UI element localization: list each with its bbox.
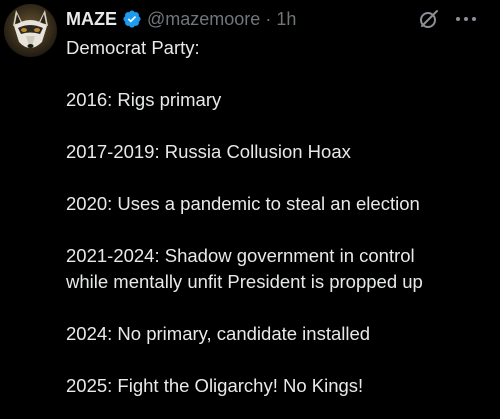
tweet-line: 2016: Rigs primary [66, 89, 222, 110]
wolf-avatar-icon [4, 4, 57, 57]
tweet-line: while mentally unfit President is proppe… [66, 271, 423, 292]
tweet-line: 2017-2019: Russia Collusion Hoax [66, 141, 351, 162]
separator-dot: · [265, 8, 272, 29]
timestamp[interactable]: 1h [276, 9, 296, 30]
tweet-line: 2021-2024: Shadow government in control [66, 245, 415, 266]
tweet-line: 2025: Fight the Oligarchy! No Kings! [66, 375, 364, 396]
tweet-line: 2020: Uses a pandemic to steal an electi… [66, 193, 420, 214]
display-name[interactable]: MAZE [66, 9, 117, 30]
verified-badge-icon [122, 9, 142, 29]
tweet-header: MAZE @mazemoore · 1h [66, 6, 296, 32]
tweet-text: Democrat Party: 2016: Rigs primary 2017-20… [66, 35, 486, 399]
user-handle[interactable]: @mazemoore [147, 9, 260, 30]
tweet-line: 2024: No primary, candidate installed [66, 323, 371, 344]
avatar[interactable] [4, 4, 57, 57]
tweet[interactable]: MAZE @mazemoore · 1h Democrat Party: 2016… [0, 0, 500, 419]
more-options-icon[interactable] [452, 8, 480, 30]
tweet-line: Democrat Party: [66, 37, 200, 58]
grok-icon[interactable] [418, 8, 440, 30]
